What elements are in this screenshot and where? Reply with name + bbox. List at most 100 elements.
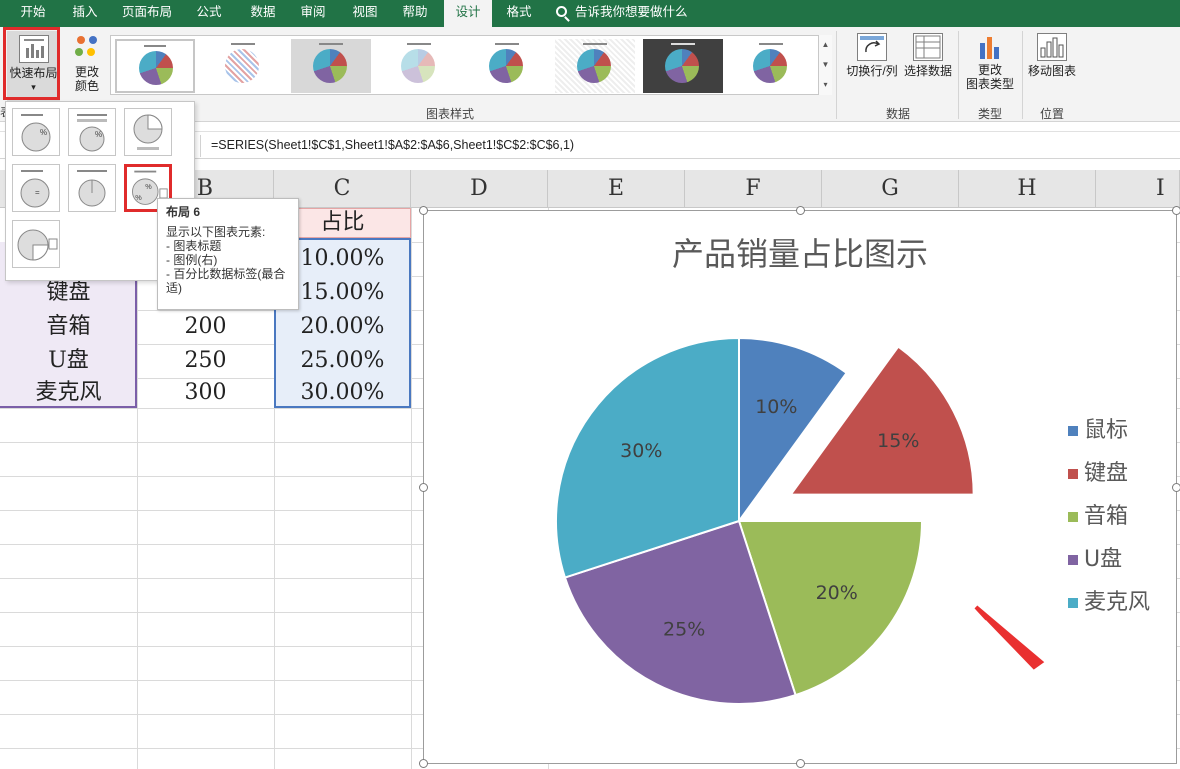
switch-row-column-button[interactable]: 切换行/列 — [843, 33, 901, 89]
data-label-5[interactable]: 30% — [620, 440, 662, 462]
palette-icon — [66, 33, 108, 65]
resize-handle-right[interactable] — [1172, 483, 1180, 492]
column-header-d[interactable]: D — [411, 170, 548, 208]
data-label-2[interactable]: 15% — [877, 430, 919, 452]
chart-style-3[interactable] — [291, 39, 371, 93]
column-header-g[interactable]: G — [822, 170, 959, 208]
scroll-up-icon[interactable]: ▲ — [819, 35, 832, 55]
svg-text:%: % — [40, 128, 47, 137]
legend-swatch-3 — [1068, 512, 1078, 522]
tooltip-title: 布局 6 — [166, 205, 201, 219]
svg-text:%: % — [95, 130, 102, 139]
cell-b4[interactable]: 200 — [137, 310, 274, 344]
resize-handle-tr[interactable] — [1172, 206, 1180, 215]
select-data-button[interactable]: 选择数据 — [902, 33, 954, 89]
chart-area[interactable]: 产品销量占比图示 10% 15% 20% 25% 30% 鼠标键盘音箱 U盘麦克风 — [419, 206, 1180, 768]
cell-b5[interactable]: 250 — [137, 344, 274, 378]
type-group-label: 类型 — [977, 107, 1002, 121]
cell-a3[interactable]: 键盘 — [0, 276, 137, 310]
tab-format[interactable]: 格式 — [496, 0, 542, 27]
legend-label-3[interactable]: 音箱 — [1084, 504, 1128, 529]
tab-help[interactable]: 帮助 — [392, 0, 438, 27]
layout-option-4[interactable]: = — [12, 164, 60, 212]
change-colors-label-2: 颜色 — [74, 79, 99, 93]
data-label-3[interactable]: 20% — [816, 582, 858, 604]
cell-c4[interactable]: 20.00% — [274, 310, 411, 344]
change-chart-type-icon — [962, 33, 1018, 63]
data-group-label: 数据 — [885, 107, 910, 121]
tab-insert[interactable]: 插入 — [62, 0, 108, 27]
resize-handle-bottom[interactable] — [796, 759, 805, 768]
legend-label-4[interactable]: U盘 — [1084, 547, 1122, 572]
tab-page-layout[interactable]: 页面布局 — [116, 0, 178, 27]
chart-style-8[interactable] — [731, 39, 811, 93]
gallery-scrollbar[interactable]: ▲ ▼ ▾ — [818, 35, 832, 95]
column-header-h[interactable]: H — [959, 170, 1096, 208]
gallery-more-icon[interactable]: ▾ — [819, 75, 832, 95]
tooltip-item-2: - 图例(右) — [166, 253, 218, 267]
chart-style-5[interactable] — [467, 39, 547, 93]
legend-label-2[interactable]: 键盘 — [1084, 461, 1128, 486]
cell-c6[interactable]: 30.00% — [274, 376, 411, 410]
column-header-f[interactable]: F — [685, 170, 822, 208]
cell-a6[interactable]: 麦克风 — [0, 376, 137, 410]
switch-row-column-icon — [857, 33, 887, 61]
legend-label-5[interactable]: 麦克风 — [1084, 590, 1150, 615]
tab-home[interactable]: 开始 — [10, 0, 56, 27]
chart-styles-group-label: 图表样式 — [425, 107, 474, 121]
tooltip-description: 显示以下图表元素: — [166, 225, 266, 239]
chart-style-4[interactable] — [379, 39, 459, 93]
tooltip-item-1: - 图表标题 — [166, 239, 222, 253]
tab-data[interactable]: 数据 — [240, 0, 286, 27]
select-data-icon — [913, 33, 943, 61]
move-chart-icon — [1037, 33, 1067, 61]
resize-handle-tl[interactable] — [419, 206, 428, 215]
tab-formulas[interactable]: 公式 — [186, 0, 232, 27]
tab-design[interactable]: 设计 — [444, 0, 492, 27]
change-colors-label-1: 更改 — [74, 65, 99, 79]
chart-style-2[interactable] — [203, 39, 283, 93]
tell-me-search[interactable]: 告诉我你想要做什么 — [556, 0, 688, 27]
data-label-1[interactable]: 10% — [755, 396, 797, 418]
legend-label-1[interactable]: 鼠标 — [1084, 418, 1128, 443]
resize-handle-left[interactable] — [419, 483, 428, 492]
column-header-e[interactable]: E — [548, 170, 685, 208]
legend-swatch-2 — [1068, 469, 1078, 479]
resize-handle-bl[interactable] — [419, 759, 428, 768]
legend-swatch-4 — [1068, 555, 1078, 565]
search-icon — [556, 6, 567, 17]
chart-style-1[interactable] — [115, 39, 195, 93]
layout-tooltip: 布局 6 显示以下图表元素: - 图表标题 - 图例(右) - 百分比数据标签(… — [157, 198, 299, 310]
layout-option-3[interactable] — [124, 108, 172, 156]
cell-a5[interactable]: U盘 — [0, 344, 137, 378]
chart-title[interactable]: 产品销量占比图示 — [672, 235, 928, 273]
cell-c5[interactable]: 25.00% — [274, 344, 411, 378]
cell-b6[interactable]: 300 — [137, 376, 274, 410]
location-group-label: 位置 — [1039, 107, 1064, 121]
layout-option-1[interactable]: % — [12, 108, 60, 156]
svg-text:=: = — [35, 188, 40, 197]
svg-text:%: % — [135, 193, 142, 202]
chart-style-6[interactable] — [555, 39, 635, 93]
layout-option-2[interactable]: % — [68, 108, 116, 156]
data-label-4[interactable]: 25% — [663, 619, 705, 641]
change-chart-type-label-2: 图表类型 — [965, 77, 1014, 91]
column-header-i[interactable]: I — [1096, 170, 1180, 208]
pie-chart-svg[interactable]: 产品销量占比图示 10% 15% 20% 25% 30% 鼠标键盘音箱 U盘麦克风 — [424, 211, 1176, 763]
formula-input[interactable]: =SERIES(Sheet1!$C$1,Sheet1!$A$2:$A$6,She… — [211, 138, 574, 152]
chart-style-7[interactable] — [643, 39, 723, 93]
scroll-down-icon[interactable]: ▼ — [819, 55, 832, 75]
move-chart-label: 移动图表 — [1027, 64, 1076, 78]
tab-review[interactable]: 审阅 — [290, 0, 336, 27]
tell-me-text: 告诉我你想要做什么 — [575, 5, 688, 19]
cell-a4[interactable]: 音箱 — [0, 310, 137, 344]
select-data-label: 选择数据 — [903, 64, 952, 78]
resize-handle-top[interactable] — [796, 206, 805, 215]
layout-option-7[interactable] — [12, 220, 60, 268]
change-colors-button[interactable]: 更改 颜色 — [66, 33, 108, 99]
layout-option-5[interactable] — [68, 164, 116, 212]
tab-view[interactable]: 视图 — [342, 0, 388, 27]
change-chart-type-button[interactable]: 更改 图表类型 — [962, 33, 1018, 103]
legend-swatch-5 — [1068, 598, 1078, 608]
move-chart-button[interactable]: 移动图表 — [1025, 33, 1079, 89]
